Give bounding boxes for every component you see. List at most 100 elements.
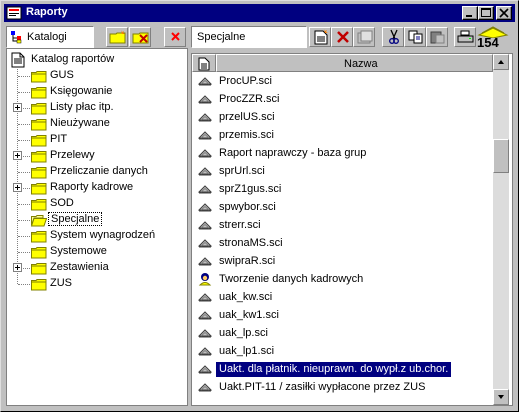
expand-icon[interactable] <box>13 151 22 160</box>
arrow-down-icon <box>498 395 504 399</box>
name-column-header[interactable]: Nazwa <box>216 54 493 72</box>
report-row-label: Uakt. dla płatnik. nieuprawn. do wypł.z … <box>216 362 452 377</box>
report-icon <box>198 329 212 338</box>
report-row[interactable]: swipraR.sci <box>192 253 492 270</box>
tree-item[interactable]: Księgowanie <box>7 84 187 100</box>
folder-icon <box>31 279 47 291</box>
report-count-badge: 154 <box>477 35 499 50</box>
tree-item[interactable]: System wynagrodzeń <box>7 228 187 244</box>
current-folder-box: Specjalne <box>191 26 307 48</box>
report-row[interactable]: przelUS.sci <box>192 109 492 126</box>
report-icon <box>198 239 212 248</box>
tree-item-label: Zestawienia <box>50 261 109 273</box>
tree-item[interactable]: Specjalne <box>7 212 187 228</box>
expand-icon[interactable] <box>13 183 22 192</box>
tree-root-label: Katalog raportów <box>31 53 115 65</box>
scroll-down-button[interactable] <box>493 389 509 405</box>
expand-icon[interactable] <box>13 263 22 272</box>
reports-window: Raporty Katalogi Katalog raportów GUS Ks… <box>0 0 519 412</box>
folder-icon <box>31 199 47 211</box>
delete-folder-button[interactable] <box>129 27 151 47</box>
new-document-icon <box>314 29 328 45</box>
report-row-label: uak_kw.sci <box>219 291 273 303</box>
report-row-label: przelUS.sci <box>219 111 275 123</box>
tree-item[interactable]: GUS <box>7 68 187 84</box>
tree-branch-line <box>18 220 30 221</box>
report-row[interactable]: spwybor.sci <box>192 199 492 216</box>
tree-item[interactable]: Nieużywane <box>7 116 187 132</box>
report-icon <box>198 131 212 140</box>
report-icon <box>198 383 212 392</box>
report-row[interactable]: ProcUP.sci <box>192 73 492 90</box>
open-folder-icon <box>31 215 47 227</box>
name-column-label: Nazwa <box>344 58 378 70</box>
vertical-scrollbar[interactable] <box>493 54 509 405</box>
tree-item[interactable]: PIT <box>7 132 187 148</box>
report-row[interactable]: strerr.sci <box>192 217 492 234</box>
tree-branch-line <box>18 92 30 93</box>
tree-item-label: Księgowanie <box>50 85 113 97</box>
expand-icon[interactable] <box>13 103 22 112</box>
report-row-label: ProcZZR.sci <box>219 93 280 105</box>
window-title: Raporty <box>26 6 68 18</box>
report-row[interactable]: uak_kw.sci <box>192 289 492 306</box>
paste-icon <box>430 31 445 44</box>
report-row[interactable]: sprUrl.sci <box>192 163 492 180</box>
cut-button[interactable] <box>382 27 404 47</box>
report-row[interactable]: Uakt. dla płatnik. nieuprawn. do wypł.z … <box>192 361 492 378</box>
tree-item[interactable]: ZUS <box>7 276 187 292</box>
report-row[interactable]: Raport naprawczy - baza grup <box>192 145 492 162</box>
current-folder-label: Specjalne <box>197 31 246 43</box>
tree-item[interactable]: Zestawienia <box>7 260 187 276</box>
report-row[interactable]: sprZ1gus.sci <box>192 181 492 198</box>
report-count-indicator: 154 <box>476 26 510 50</box>
new-folder-button[interactable] <box>106 27 128 47</box>
report-row[interactable]: uak_lp.sci <box>192 325 492 342</box>
report-row-label: ProcUP.sci <box>219 75 272 87</box>
minimize-icon <box>466 15 472 17</box>
tree-item[interactable]: SOD <box>7 196 187 212</box>
tree-item[interactable]: Przelewy <box>7 148 187 164</box>
report-row[interactable]: Uakt.PIT-11 / zasiłki wypłacone przez ZU… <box>192 379 492 396</box>
report-row[interactable]: stronaMS.sci <box>192 235 492 252</box>
arrow-up-icon <box>498 60 504 64</box>
report-row-label: uak_lp1.sci <box>219 345 275 357</box>
tree-item[interactable]: Raporty kadrowe <box>7 180 187 196</box>
tree-item[interactable]: Listy płac itp. <box>7 100 187 116</box>
paste-button[interactable] <box>426 27 448 47</box>
report-row-label: swipraR.sci <box>219 255 276 267</box>
new-report-button[interactable] <box>309 27 331 47</box>
icon-column-header[interactable] <box>192 54 216 72</box>
minimize-button[interactable] <box>462 6 478 20</box>
tree-item[interactable]: Przeliczanie danych <box>7 164 187 180</box>
report-row-label: Raport naprawczy - baza grup <box>219 147 367 159</box>
scroll-up-button[interactable] <box>493 54 509 70</box>
report-icon <box>198 221 212 230</box>
properties-button[interactable] <box>353 27 375 47</box>
report-row-label: sprZ1gus.sci <box>219 183 282 195</box>
tree-item[interactable]: Systemowe <box>7 244 187 260</box>
report-row-label: uak_lp.sci <box>219 327 268 339</box>
report-row[interactable]: Tworzenie danych kadrowych <box>192 271 492 288</box>
report-row[interactable]: ProcZZR.sci <box>192 91 492 108</box>
report-list[interactable]: Nazwa ProcUP.sci ProcZZR.sci przelUS.sci pr… <box>191 53 513 406</box>
catalog-tree[interactable]: Katalog raportów GUS Księgowanie Listy pła… <box>6 48 188 406</box>
maximize-button[interactable] <box>478 6 494 20</box>
delete-report-button[interactable] <box>331 27 353 47</box>
copy-button[interactable] <box>404 27 426 47</box>
tree-branch-line <box>18 172 30 173</box>
tree-branch-line <box>18 204 30 205</box>
close-panel-button[interactable] <box>164 27 186 47</box>
report-row[interactable]: przemis.sci <box>192 127 492 144</box>
tree-branch-line <box>18 252 30 253</box>
report-row[interactable]: uak_kw1.sci <box>192 307 492 324</box>
print-button[interactable] <box>454 27 476 47</box>
tree-item-label: System wynagrodzeń <box>50 229 156 241</box>
scissors-icon <box>389 29 399 44</box>
report-row[interactable]: uak_lp1.sci <box>192 343 492 360</box>
tree-item-label: Listy płac itp. <box>50 101 114 113</box>
close-button[interactable] <box>496 6 512 20</box>
title-bar[interactable]: Raporty <box>4 4 515 22</box>
scroll-thumb[interactable] <box>493 139 509 173</box>
report-icon <box>198 167 212 176</box>
